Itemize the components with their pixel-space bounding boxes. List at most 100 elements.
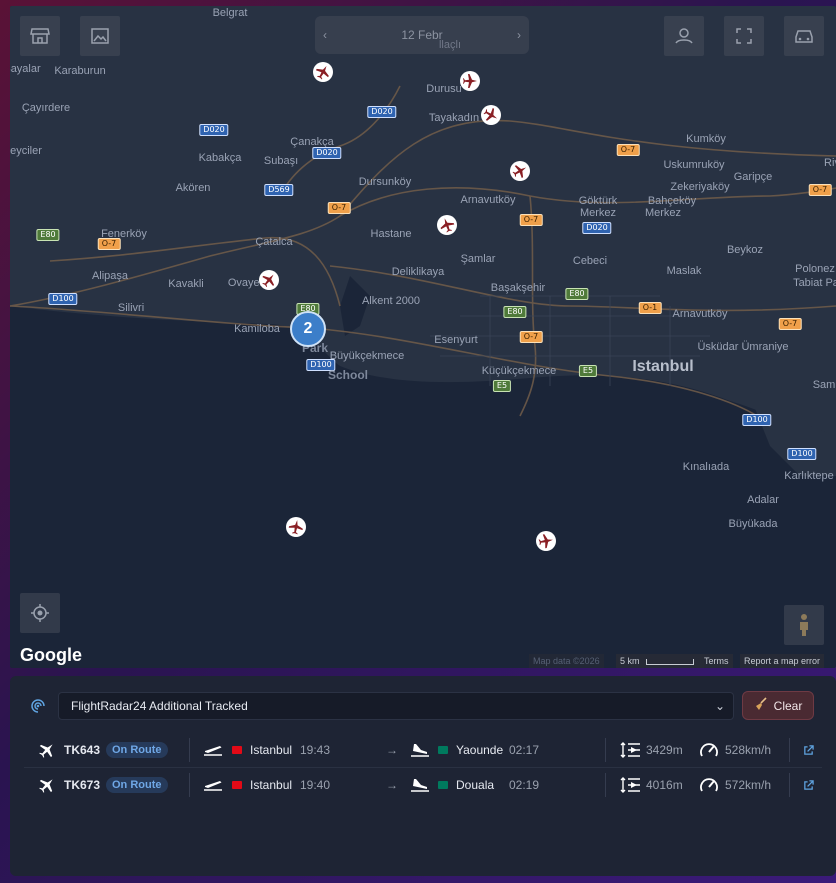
place-label: Kamiloba: [234, 323, 280, 335]
aircraft-marker-icon[interactable]: [536, 531, 556, 551]
divider: [605, 773, 606, 797]
origin-city: Istanbul: [250, 778, 293, 792]
road-shield: D020: [367, 106, 397, 118]
road-shield: D020: [582, 222, 612, 234]
altitude-icon: [620, 735, 642, 765]
place-label: Merkez: [579, 207, 617, 219]
clear-label: Clear: [773, 698, 803, 713]
flight-number[interactable]: TK643: [64, 735, 100, 765]
scale-bar: [646, 658, 695, 665]
road-shield: D020: [312, 147, 342, 159]
place-label: Çatalca: [255, 236, 293, 248]
place-label: Kumköy: [686, 133, 726, 145]
tracked-flights-panel: FlightRadar24 Additional Tracked ⌄ Clear…: [10, 676, 836, 876]
aircraft-marker-icon[interactable]: [481, 105, 501, 125]
date-label: 12 Febr: [401, 28, 443, 42]
departure-time: 19:40: [300, 778, 331, 792]
car-icon[interactable]: [784, 16, 824, 56]
place-label: Deliklikaya: [391, 266, 445, 278]
fullscreen-icon[interactable]: [724, 16, 764, 56]
status-badge: On Route: [106, 742, 168, 758]
divider: [789, 773, 790, 797]
divider: [189, 738, 190, 762]
google-logo: Google: [20, 645, 82, 665]
street-view-pegman-icon[interactable]: [784, 605, 824, 645]
place-label: Sam: [812, 379, 836, 391]
map-base: [10, 6, 836, 476]
external-link-icon[interactable]: [803, 735, 814, 765]
route-arrow: →: [386, 743, 398, 757]
speedometer-icon: [699, 735, 719, 765]
road-shield: E5: [578, 365, 598, 377]
place-label: Silivri: [117, 302, 145, 314]
plane-icon: [38, 770, 56, 800]
source-select-value: FlightRadar24 Additional Tracked: [71, 699, 248, 713]
report-map-error-link[interactable]: Report a map error: [740, 654, 825, 668]
chevron-right-icon[interactable]: ›: [517, 28, 521, 42]
aircraft-cluster-marker[interactable]: 2: [290, 311, 326, 347]
aircraft-marker-icon[interactable]: [259, 270, 279, 290]
place-label: Arnavutköy: [460, 194, 516, 206]
departure-icon: [202, 735, 224, 765]
place-label: Çayırdere: [21, 102, 71, 114]
flight-row[interactable]: TK643 On Route Istanbul 19:43 → Yaounde 02:17 3…: [24, 735, 822, 765]
place-label: Tayakadın: [428, 112, 480, 124]
aircraft-marker-icon[interactable]: [460, 71, 480, 91]
place-label: Uskumruköy: [663, 159, 725, 171]
place-label: Kınalıada: [682, 461, 730, 473]
altitude-icon: [620, 770, 642, 800]
my-location-icon[interactable]: [20, 593, 60, 633]
place-label: Kabakça: [198, 152, 242, 164]
destination-flag-icon: [438, 781, 448, 789]
place-label: Adalar: [747, 494, 779, 506]
external-link-icon[interactable]: [803, 770, 814, 800]
place-label: Tabiat Pa: [793, 277, 836, 289]
terms-link[interactable]: Terms: [700, 654, 733, 668]
place-label: Büyükada: [728, 518, 778, 530]
aircraft-marker-icon[interactable]: [313, 62, 333, 82]
aircraft-marker-icon[interactable]: [510, 161, 530, 181]
road-shield: E80: [565, 288, 589, 300]
road-shield: D100: [787, 448, 817, 460]
map-view[interactable]: BelgratKaraburunSayalarllaçlıDurusuÇayır…: [10, 6, 836, 668]
aircraft-marker-icon[interactable]: [286, 517, 306, 537]
destination-flag-icon: [438, 746, 448, 754]
aircraft-marker-icon[interactable]: [437, 215, 457, 235]
road-shield: D100: [742, 414, 772, 426]
clear-button[interactable]: Clear: [742, 691, 814, 720]
place-label: Sayalar: [10, 63, 41, 75]
store-icon[interactable]: [20, 16, 60, 56]
place-label: Göktürk: [578, 195, 618, 207]
place-label: Belgrat: [212, 7, 248, 19]
map-scale[interactable]: 5 km: [616, 654, 704, 668]
road-shield: D100: [48, 293, 78, 305]
place-label: Büyükçekmece: [329, 350, 405, 362]
place-label: Zekeriyaköy: [670, 181, 730, 193]
image-icon[interactable]: [80, 16, 120, 56]
map-data-attribution: Map data ©2026: [529, 654, 604, 668]
road-shield: O-7: [616, 144, 640, 156]
place-label: Küçükçekmece: [481, 365, 557, 377]
flight-number[interactable]: TK673: [64, 770, 100, 800]
place-label: Maslak: [666, 265, 702, 277]
speedometer-icon: [699, 770, 719, 800]
place-label: Kavakli: [168, 278, 204, 290]
origin-city: Istanbul: [250, 743, 293, 757]
source-select[interactable]: FlightRadar24 Additional Tracked ⌄: [58, 692, 734, 720]
arrival-icon: [409, 735, 431, 765]
road-shield: O-7: [327, 202, 351, 214]
altitude-value: 4016m: [646, 778, 683, 792]
place-label: Karlıktepe: [784, 470, 834, 482]
divider: [789, 738, 790, 762]
date-selector[interactable]: ‹ 12 Febr ›: [315, 16, 529, 54]
flight-row[interactable]: TK673 On Route Istanbul 19:40 → Douala 02:19 40…: [24, 770, 822, 800]
origin-flag-icon: [232, 746, 242, 754]
radar-icon: [30, 698, 46, 719]
road-shield: E5: [492, 380, 512, 392]
poi-label-school: School: [327, 368, 369, 382]
layers-icon[interactable]: [664, 16, 704, 56]
speed-value: 572km/h: [725, 778, 772, 792]
arrival-time: 02:17: [509, 743, 540, 757]
place-label: Riv: [824, 157, 836, 169]
chevron-left-icon[interactable]: ‹: [323, 28, 327, 42]
